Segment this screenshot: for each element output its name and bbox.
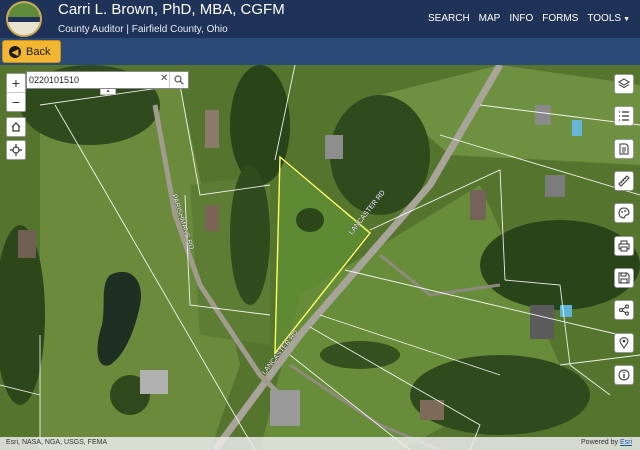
print-button[interactable] (614, 236, 634, 256)
nav-tools-label: TOOLS (587, 13, 622, 24)
share-button[interactable] (614, 300, 634, 320)
map-pin-icon (619, 337, 629, 349)
info-button[interactable] (614, 365, 634, 385)
zoom-out-button[interactable]: − (7, 92, 25, 111)
back-button[interactable]: ◀ Back (2, 40, 62, 63)
legend-button[interactable] (614, 106, 634, 126)
app-header: Carri L. Brown, PhD, MBA, CGFM County Au… (0, 0, 640, 38)
measure-button[interactable] (614, 171, 634, 191)
search-icon (174, 75, 184, 85)
page-subtitle: County Auditor | Fairfield County, Ohio (58, 24, 228, 35)
parcel-search: ✕ (26, 71, 189, 89)
caret-down-icon: ▼ (623, 16, 630, 23)
nav-tools[interactable]: TOOLS ▼ (587, 13, 630, 24)
crosshair-icon (10, 144, 22, 156)
nav-map[interactable]: MAP (479, 13, 501, 24)
list-icon (619, 111, 629, 121)
home-icon (11, 122, 21, 132)
page-title: Carri L. Brown, PhD, MBA, CGFM (58, 1, 285, 18)
search-collapse-tab[interactable]: ▲ (100, 89, 116, 95)
save-icon (618, 272, 630, 284)
location-button[interactable] (614, 333, 634, 353)
esri-link[interactable]: Esri (620, 439, 632, 446)
aerial-imagery: PARISHMANS RD LANCASTER RD LANCASTER RD (0, 65, 640, 450)
palette-icon (618, 207, 630, 219)
search-button[interactable] (169, 72, 188, 88)
nav-forms[interactable]: FORMS (542, 13, 578, 24)
parcel-search-input[interactable] (29, 73, 157, 87)
layers-icon (618, 78, 630, 89)
home-button[interactable] (6, 117, 26, 137)
back-button-label: Back (26, 45, 51, 58)
locate-button[interactable] (6, 140, 26, 160)
nav-info[interactable]: INFO (509, 13, 533, 24)
powered-by: Powered by Esri (581, 439, 632, 446)
document-icon (619, 143, 629, 155)
nav-search[interactable]: SEARCH (428, 13, 470, 24)
layers-button[interactable] (614, 74, 634, 94)
print-preview-button[interactable] (614, 139, 634, 159)
back-arrow-icon: ◀ (9, 45, 21, 58)
attribution-sources: Esri, NASA, NGA, USGS, FEMA (6, 439, 108, 446)
map-view[interactable]: PARISHMANS RD LANCASTER RD LANCASTER RD (0, 65, 640, 450)
ruler-icon (618, 175, 630, 187)
zoom-control: + − (6, 73, 26, 112)
powered-by-text: Powered by (581, 439, 620, 446)
main-nav: SEARCH MAP INFO FORMS TOOLS ▼ (428, 13, 630, 24)
sub-toolbar (0, 38, 640, 65)
zoom-in-button[interactable]: + (7, 74, 25, 92)
clear-icon[interactable]: ✕ (160, 73, 168, 84)
map-attribution: Esri, NASA, NGA, USGS, FEMA Powered by E… (0, 437, 640, 450)
county-seal-logo[interactable] (6, 1, 42, 37)
info-icon (618, 369, 630, 381)
save-button[interactable] (614, 268, 634, 288)
draw-button[interactable] (614, 203, 634, 223)
share-icon (619, 304, 629, 316)
printer-icon (618, 240, 630, 252)
